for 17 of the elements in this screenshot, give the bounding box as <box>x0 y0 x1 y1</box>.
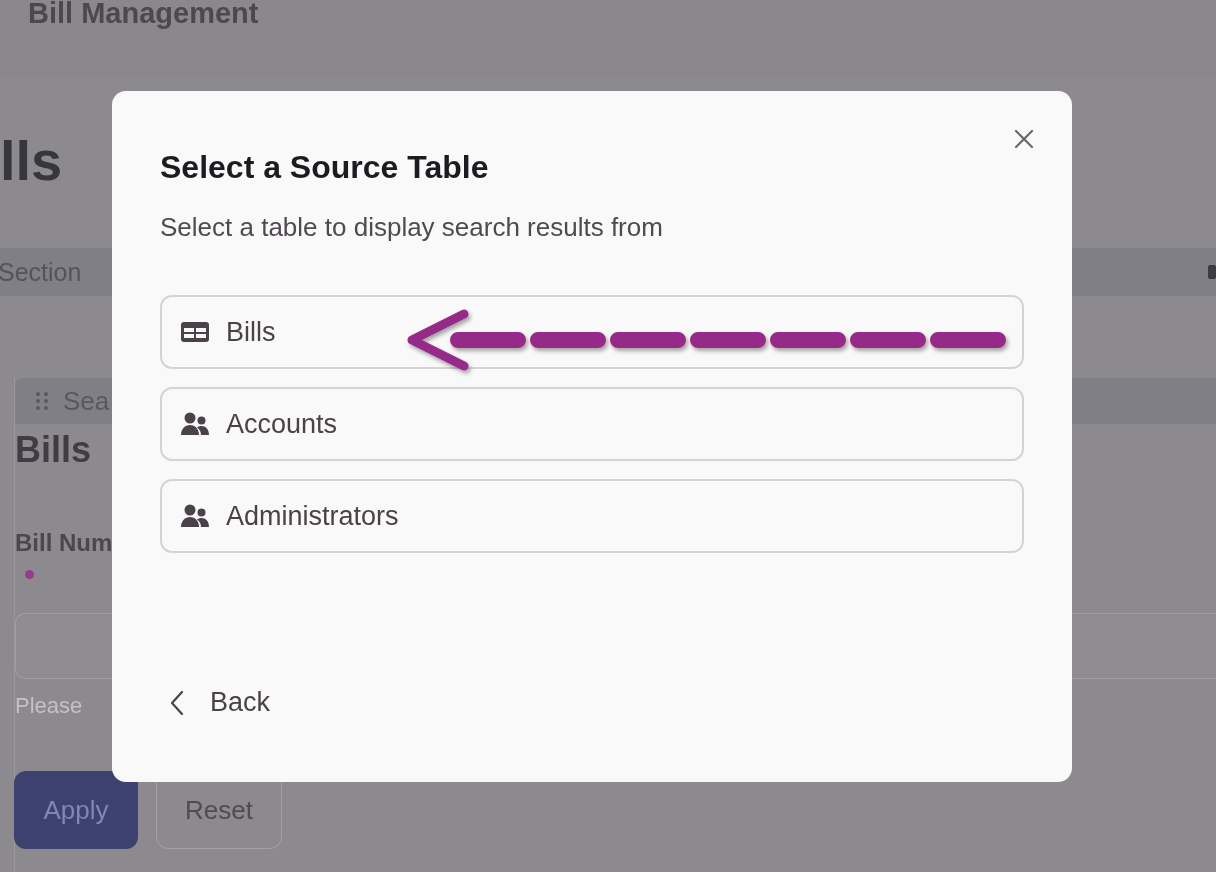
table-option[interactable]: Accounts <box>160 387 1024 461</box>
users-icon <box>181 504 209 528</box>
dialog-subtitle: Select a table to display search results from <box>160 211 664 243</box>
chevron-left-icon <box>170 689 184 716</box>
table-option[interactable]: Administrators <box>160 479 1024 553</box>
users-icon <box>181 412 209 436</box>
table-icon <box>181 322 209 342</box>
helper-text: Please <box>15 693 83 719</box>
back-button[interactable]: Back <box>160 687 271 718</box>
drag-handle-icon[interactable] <box>35 391 49 411</box>
field-label: Bill Num <box>15 529 113 557</box>
page-heading: lls <box>0 128 63 194</box>
page-title: Bill Management <box>28 0 259 28</box>
close-icon[interactable] <box>1014 129 1034 149</box>
handle-icon <box>1208 265 1216 279</box>
dialog-title: Select a Source Table <box>160 148 490 187</box>
card-title: Bills <box>15 428 92 472</box>
